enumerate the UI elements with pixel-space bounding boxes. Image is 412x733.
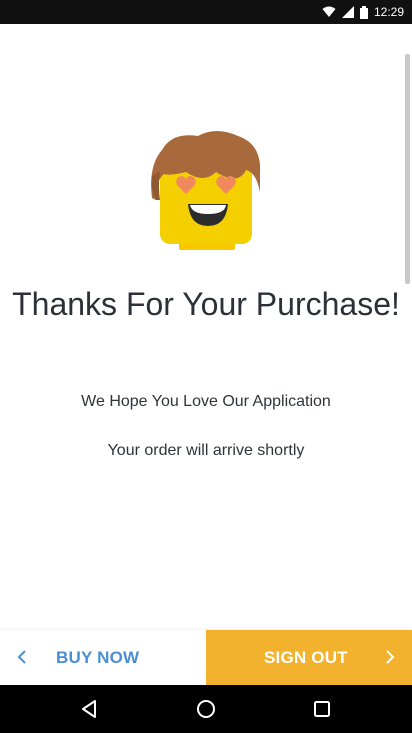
- scrollbar[interactable]: [405, 54, 410, 284]
- buy-now-label: BUY NOW: [56, 648, 140, 667]
- status-time: 12:29: [373, 5, 404, 19]
- home-icon[interactable]: [194, 697, 218, 721]
- battery-icon: [359, 5, 368, 19]
- recents-icon[interactable]: [310, 697, 334, 721]
- chevron-left-icon: [16, 648, 28, 671]
- back-icon[interactable]: [78, 697, 102, 721]
- page-title: Thanks For Your Purchase!: [12, 286, 400, 322]
- subtitle-text: We Hope You Love Our Application: [81, 393, 331, 410]
- confirmation-content: Thanks For Your Purchase! We Hope You Lo…: [0, 24, 412, 630]
- status-bar: 12:29: [0, 0, 412, 24]
- wifi-icon: [322, 6, 336, 18]
- sign-out-button[interactable]: SIGN OUT: [206, 630, 412, 685]
- bottom-action-bar: BUY NOW SIGN OUT: [0, 630, 412, 685]
- order-status-text: Your order will arrive shortly: [107, 442, 305, 459]
- status-icons: 12:29: [322, 0, 404, 24]
- cell-signal-icon: [341, 6, 354, 18]
- heart-eyes-mascot-icon: [146, 128, 266, 262]
- sign-out-label: SIGN OUT: [264, 648, 348, 667]
- chevron-right-icon: [384, 648, 396, 671]
- buy-now-button[interactable]: BUY NOW: [0, 630, 206, 685]
- navigation-bar: [0, 685, 412, 733]
